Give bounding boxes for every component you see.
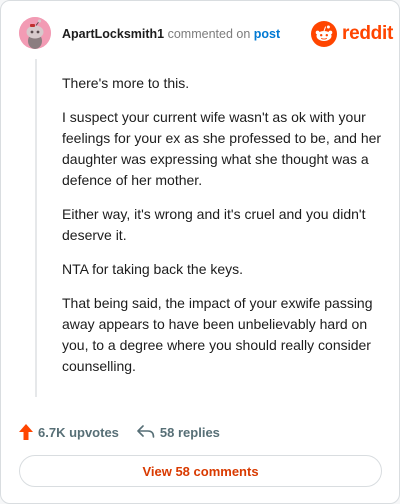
reply-count: 58 replies: [159, 424, 220, 440]
author-name[interactable]: ApartLocksmith1: [62, 27, 164, 41]
upvote-arrow-icon: [19, 424, 33, 440]
comment-paragraph: NTA for taking back the keys.: [62, 261, 244, 277]
view-comments-button[interactable]: View 58 comments: [19, 455, 382, 487]
reply-arrow-icon: [137, 425, 155, 438]
replies-button[interactable]: 58 replies: [137, 425, 220, 440]
comment-body: There's more to this. I suspect your cur…: [62, 73, 382, 390]
brand-name: reddit: [342, 23, 393, 44]
comment-paragraph: That being said, the impact of your exwi…: [62, 295, 373, 374]
comment-paragraph: Either way, it's wrong and it's cruel an…: [62, 206, 366, 243]
thread-line: [35, 59, 37, 397]
view-comments-label: View 58 comments: [142, 463, 259, 479]
action-text: commented on: [167, 27, 251, 41]
reddit-brand[interactable]: reddit: [311, 21, 393, 47]
comment-actions: 6.7K upvotes 58 replies: [19, 422, 220, 442]
post-link[interactable]: post: [254, 27, 280, 41]
reddit-logo-icon: [311, 21, 337, 47]
avatar[interactable]: [19, 17, 51, 49]
comment-paragraph: I suspect your current wife wasn't as ok…: [62, 109, 382, 188]
snoo-avatar-icon: [19, 17, 51, 49]
comment-card: ApartLocksmith1 commented on post reddit…: [0, 0, 400, 504]
comment-meta: ApartLocksmith1 commented on post: [62, 26, 280, 42]
upvote-button[interactable]: 6.7K upvotes: [19, 424, 119, 440]
upvote-count: 6.7K upvotes: [38, 424, 119, 440]
comment-paragraph: There's more to this.: [62, 75, 190, 91]
